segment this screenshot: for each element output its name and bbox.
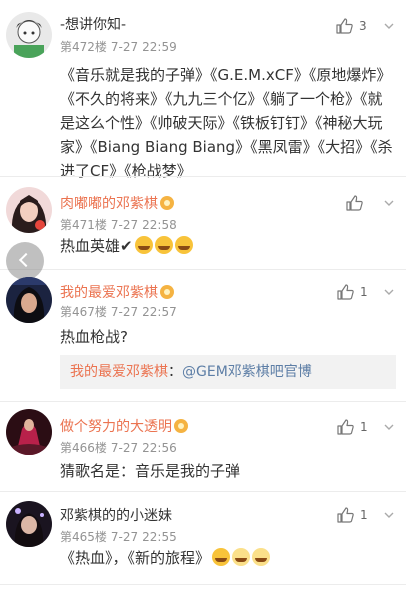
avatar[interactable] <box>6 277 52 323</box>
thumbs-up-icon <box>337 507 354 523</box>
like-count: 1 <box>360 508 368 522</box>
comment-text: 猜歌名是：音乐是我的子弹 <box>60 462 241 480</box>
like-count: 1 <box>360 285 368 299</box>
avatar[interactable] <box>6 501 52 547</box>
thumbs-up-icon <box>336 18 353 34</box>
floor-number: 第472楼 <box>60 40 107 54</box>
chevron-left-icon <box>18 252 34 268</box>
comment-text: 热血枪战? <box>60 328 128 346</box>
like-count: 1 <box>360 420 368 434</box>
username-text: 我的最爱邓紫棋 <box>60 285 158 301</box>
vip-badge-icon <box>160 196 174 210</box>
comment-date: 7-27 <box>110 530 139 544</box>
username[interactable]: 肉嘟嘟的邓紫棋 <box>60 195 174 213</box>
comment-meta: 第466楼 7-27 22:56 <box>60 440 177 456</box>
comment-date: 7-27 <box>110 40 139 54</box>
comment-date: 7-27 <box>110 218 139 232</box>
laughing-emoji-icon <box>134 236 153 254</box>
comment-meta: 第471楼 7-27 22:58 <box>60 217 177 233</box>
thumbs-up-icon <box>337 419 354 435</box>
like-button[interactable]: 1 <box>336 418 368 436</box>
reply-preview[interactable]: 我的最爱邓紫棋：@GEM邓紫棋吧官博 <box>60 355 396 389</box>
comment-text: 热血英雄✔ <box>60 234 396 258</box>
reply-username[interactable]: 我的最爱邓紫棋 <box>70 364 168 380</box>
comment-date: 7-27 <box>110 441 139 455</box>
chevron-down-icon[interactable] <box>384 198 394 208</box>
comment-text-content: 《热血》，《新的旅程》 <box>60 549 211 567</box>
floor-number: 第465楼 <box>60 530 107 544</box>
username-text: 肉嘟嘟的邓紫棋 <box>60 196 158 212</box>
comment-text: 《音乐就是我的子弹》《G.E.M.xCF》《原地爆炸》《不久的将来》《九九三个亿… <box>60 66 393 180</box>
comment-time: 22:58 <box>142 218 177 232</box>
divider <box>0 176 406 177</box>
username-text: 做个努力的大透明 <box>60 419 172 435</box>
like-button[interactable]: 1 <box>336 506 368 524</box>
vip-badge-icon <box>174 419 188 433</box>
comment-date: 7-27 <box>110 305 139 319</box>
reply-mention[interactable]: @GEM邓紫棋吧官博 <box>182 364 312 380</box>
chevron-down-icon[interactable] <box>384 510 394 520</box>
chevron-down-icon[interactable] <box>384 21 394 31</box>
avatar[interactable] <box>6 187 52 233</box>
username[interactable]: 做个努力的大透明 <box>60 418 188 436</box>
username[interactable]: -想讲你知- <box>60 16 126 34</box>
floor-number: 第467楼 <box>60 305 107 319</box>
like-button[interactable]: 1 <box>336 283 368 301</box>
laughing-emoji-icon <box>154 236 173 254</box>
comment-time: 22:55 <box>142 530 177 544</box>
divider <box>0 491 406 492</box>
comment-text-content: 热血英雄✔ <box>60 237 133 255</box>
like-count: 3 <box>359 19 367 33</box>
username[interactable]: 邓紫棋的的小迷妹 <box>60 507 172 525</box>
divider <box>0 269 406 270</box>
divider <box>0 584 406 585</box>
avatar[interactable] <box>6 409 52 455</box>
comment-meta: 第472楼 7-27 22:59 <box>60 39 177 55</box>
like-button[interactable]: 3 <box>335 17 367 35</box>
reply-separator: ： <box>168 364 182 380</box>
comment-time: 22:57 <box>142 305 177 319</box>
username[interactable]: 我的最爱邓紫棋 <box>60 284 174 302</box>
chick-emoji-icon <box>232 548 251 566</box>
like-button[interactable] <box>345 194 363 212</box>
thumbs-up-icon <box>337 284 354 300</box>
comment-text: 《热血》，《新的旅程》 <box>60 546 396 570</box>
laughing-emoji-icon <box>174 236 193 254</box>
chick-emoji-icon <box>252 548 271 566</box>
comment-time: 22:56 <box>142 441 177 455</box>
floor-number: 第471楼 <box>60 218 107 232</box>
chevron-down-icon[interactable] <box>384 422 394 432</box>
crying-emoji-icon <box>212 548 231 566</box>
back-button[interactable] <box>6 242 44 280</box>
chevron-down-icon[interactable] <box>384 287 394 297</box>
floor-number: 第466楼 <box>60 441 107 455</box>
thumbs-up-icon <box>346 195 363 211</box>
comment-time: 22:59 <box>142 40 177 54</box>
comment-meta: 第465楼 7-27 22:55 <box>60 529 177 545</box>
divider <box>0 401 406 402</box>
avatar[interactable] <box>6 12 52 58</box>
vip-badge-icon <box>160 285 174 299</box>
comment-meta: 第467楼 7-27 22:57 <box>60 304 177 320</box>
